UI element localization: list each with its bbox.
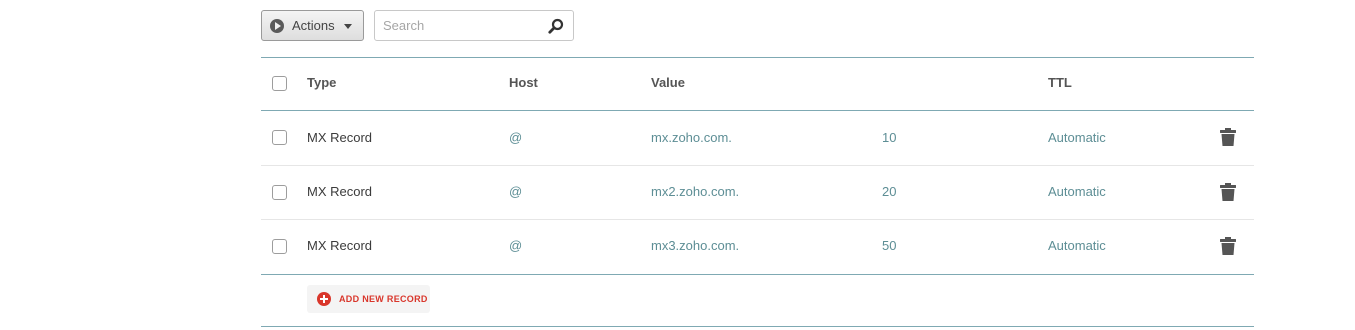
record-priority[interactable]: 10: [882, 130, 896, 145]
select-all-checkbox[interactable]: [272, 76, 287, 91]
record-value[interactable]: mx3.zoho.com.: [651, 238, 739, 253]
record-ttl[interactable]: Automatic: [1048, 238, 1106, 253]
table-top-border: [261, 57, 1254, 58]
record-type: MX Record: [307, 184, 373, 199]
add-new-record-label: ADD NEW RECORD: [339, 294, 428, 304]
record-priority[interactable]: 50: [882, 238, 896, 253]
row-checkbox[interactable]: [272, 130, 287, 145]
record-value[interactable]: mx.zoho.com.: [651, 130, 732, 145]
header-ttl: TTL: [1048, 75, 1072, 90]
header-type: Type: [307, 75, 337, 90]
add-new-record-button[interactable]: ADD NEW RECORD: [307, 285, 430, 313]
actions-label: Actions: [292, 18, 335, 33]
table-footer-border: [261, 326, 1254, 327]
row-divider: [261, 165, 1254, 166]
record-type: MX Record: [307, 238, 373, 253]
record-host[interactable]: @: [509, 238, 522, 253]
row-checkbox[interactable]: [272, 185, 287, 200]
search-icon[interactable]: [548, 18, 564, 34]
actions-dropdown-button[interactable]: Actions: [261, 10, 364, 41]
record-ttl[interactable]: Automatic: [1048, 130, 1106, 145]
search-box: [374, 10, 574, 41]
header-value: Value: [651, 75, 685, 90]
record-value[interactable]: mx2.zoho.com.: [651, 184, 739, 199]
caret-down-icon: [344, 24, 352, 29]
plus-circle-icon: [317, 292, 331, 306]
record-ttl[interactable]: Automatic: [1048, 184, 1106, 199]
record-host[interactable]: @: [509, 184, 522, 199]
trash-icon[interactable]: [1220, 183, 1236, 201]
trash-icon[interactable]: [1220, 237, 1236, 255]
trash-icon[interactable]: [1220, 128, 1236, 146]
table-body-bottom-border: [261, 274, 1254, 275]
record-priority[interactable]: 20: [882, 184, 896, 199]
row-divider: [261, 219, 1254, 220]
header-divider: [261, 110, 1254, 111]
play-circle-icon: [270, 19, 284, 33]
row-checkbox[interactable]: [272, 239, 287, 254]
search-input[interactable]: [375, 11, 543, 40]
header-host: Host: [509, 75, 538, 90]
record-type: MX Record: [307, 130, 373, 145]
record-host[interactable]: @: [509, 130, 522, 145]
